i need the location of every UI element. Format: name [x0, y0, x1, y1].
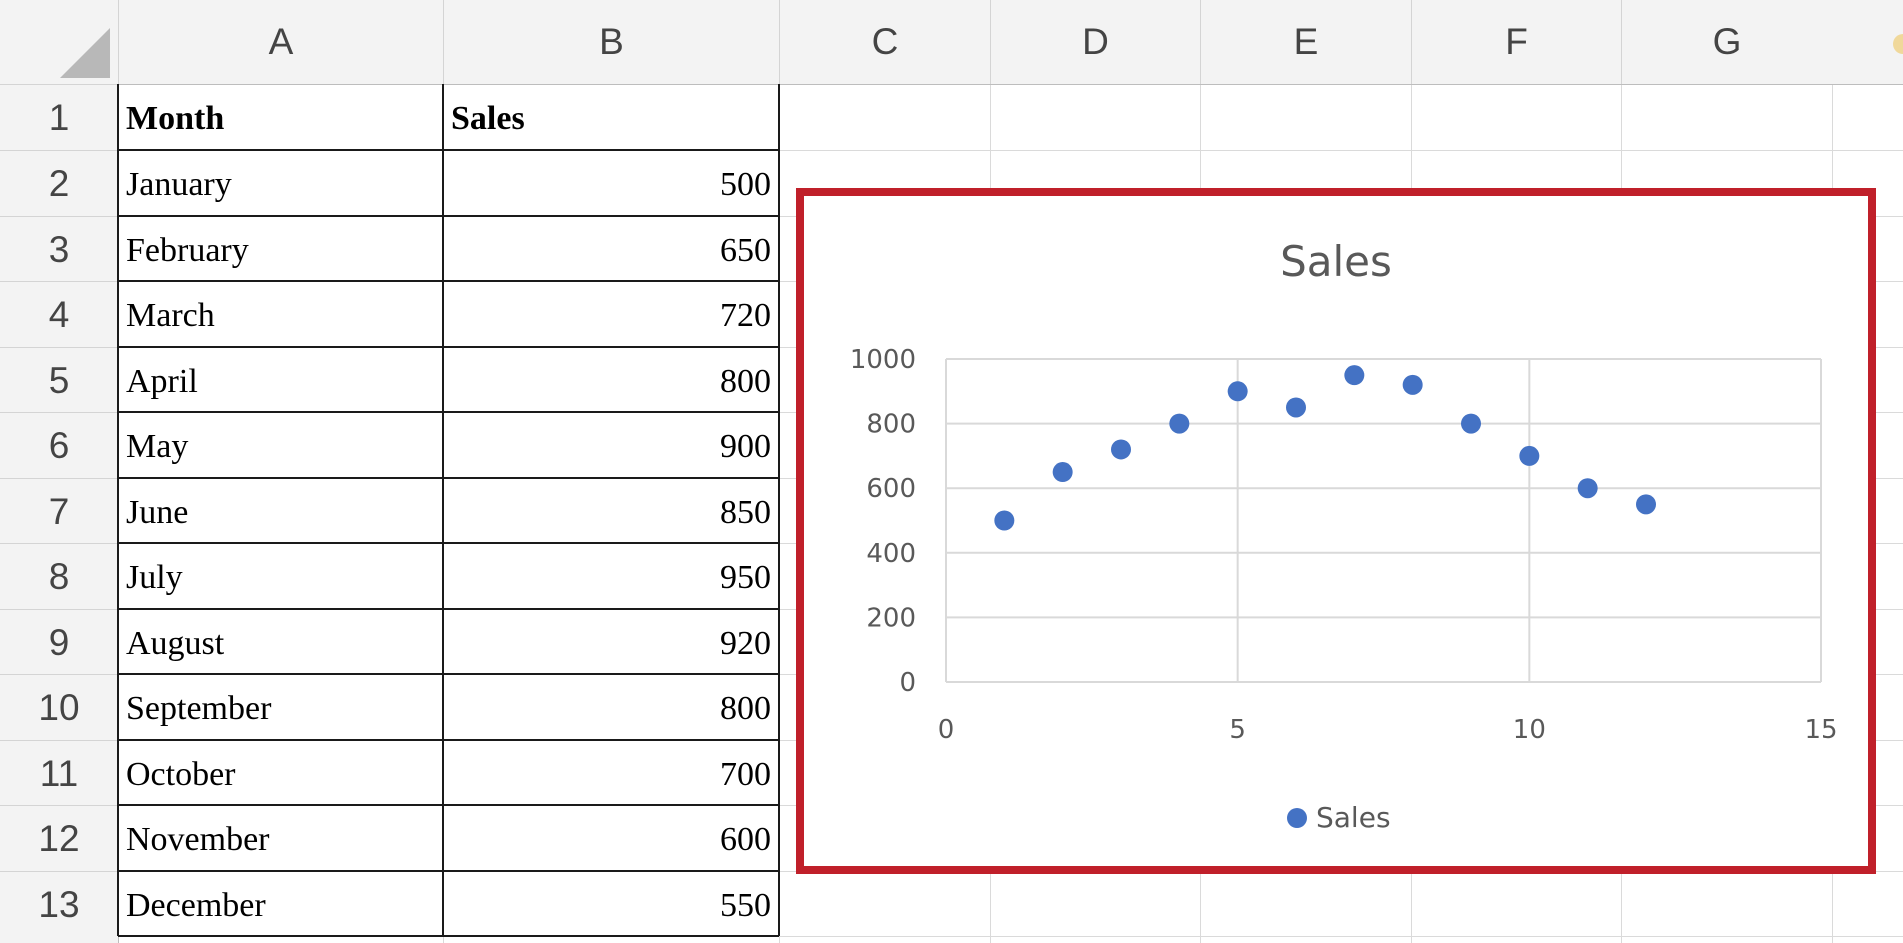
- row-header-8[interactable]: 8: [0, 543, 118, 609]
- row-header-7[interactable]: 7: [0, 478, 118, 543]
- table-border-horizontal: [118, 804, 779, 806]
- table-border-horizontal: [118, 215, 779, 217]
- row-header-3[interactable]: 3: [0, 216, 118, 281]
- cell-month[interactable]: December: [118, 871, 443, 936]
- table-border-horizontal: [118, 477, 779, 479]
- table-border-vertical: [117, 84, 119, 936]
- row-header-6[interactable]: 6: [0, 412, 118, 478]
- data-point: [1111, 439, 1131, 460]
- table-border-horizontal: [118, 346, 779, 348]
- cell-sales[interactable]: 720: [443, 281, 779, 347]
- table-border-horizontal: [118, 870, 779, 872]
- cell-month[interactable]: March: [118, 281, 443, 347]
- legend-label: Sales: [1316, 801, 1391, 834]
- column-header-c[interactable]: C: [779, 0, 990, 84]
- cell-sales[interactable]: 920: [443, 609, 779, 674]
- y-tick-label: 200: [866, 603, 916, 633]
- data-point: [1577, 478, 1598, 499]
- row-header-9[interactable]: 9: [0, 609, 118, 674]
- table-border-horizontal: [118, 673, 779, 675]
- row-header-12[interactable]: 12: [0, 805, 118, 871]
- cell-month[interactable]: September: [118, 674, 443, 740]
- data-point: [1227, 381, 1248, 402]
- cell-sales[interactable]: 600: [443, 805, 779, 871]
- data-point: [1286, 397, 1306, 418]
- cell-sales-header[interactable]: Sales: [443, 84, 779, 150]
- y-tick-label: 0: [899, 668, 916, 698]
- table-border-horizontal: [118, 935, 779, 937]
- column-header-b[interactable]: B: [443, 0, 779, 84]
- table-border-horizontal: [118, 411, 779, 413]
- data-point: [1052, 462, 1073, 483]
- y-tick-label: 600: [866, 474, 916, 504]
- cell-month[interactable]: January: [118, 150, 443, 216]
- y-tick-label: 1000: [850, 345, 916, 375]
- data-point: [1169, 413, 1190, 434]
- table-border-vertical: [442, 84, 444, 936]
- spreadsheet-view: ABCDEFG 1 2 3 4 5 6 7 8 9 10 11 12 13 Month Sales Janu…: [0, 0, 1903, 943]
- row-header-5[interactable]: 5: [0, 347, 118, 412]
- data-point: [1519, 445, 1540, 466]
- table-border-horizontal: [118, 280, 779, 282]
- cell-sales[interactable]: 650: [443, 216, 779, 281]
- cell-sales[interactable]: 900: [443, 412, 779, 478]
- cell-month[interactable]: October: [118, 740, 443, 805]
- chart-title: Sales: [1280, 237, 1392, 286]
- cell-sales[interactable]: 700: [443, 740, 779, 805]
- select-all-triangle-icon: [60, 28, 110, 78]
- data-point: [1636, 494, 1656, 515]
- x-tick-label: 0: [938, 715, 955, 745]
- table-border-horizontal: [118, 739, 779, 741]
- column-header-e[interactable]: E: [1200, 0, 1411, 84]
- row-header-11[interactable]: 11: [0, 740, 118, 805]
- data-point: [1344, 365, 1365, 386]
- table-border-horizontal: [118, 149, 779, 151]
- cell-month[interactable]: July: [118, 543, 443, 609]
- row-header-2[interactable]: 2: [0, 150, 118, 216]
- y-tick-label: 400: [866, 539, 916, 569]
- cell-month[interactable]: June: [118, 478, 443, 543]
- row-header-13[interactable]: 13: [0, 871, 118, 936]
- y-tick-label: 800: [866, 410, 916, 440]
- cell-sales[interactable]: 850: [443, 478, 779, 543]
- row-header-10[interactable]: 10: [0, 674, 118, 740]
- select-all-button[interactable]: [0, 0, 118, 84]
- cell-sales[interactable]: 800: [443, 347, 779, 412]
- table-border-vertical: [778, 84, 780, 936]
- column-header-a[interactable]: A: [118, 0, 443, 84]
- cell-month[interactable]: August: [118, 609, 443, 674]
- x-tick-label: 15: [1804, 715, 1837, 745]
- cell-sales[interactable]: 800: [443, 674, 779, 740]
- scatter-chart[interactable]: Sales 0 200 400 600 800 1000 0 5 10 15 Sales: [804, 196, 1868, 866]
- row-header-4[interactable]: 4: [0, 281, 118, 347]
- column-header-g[interactable]: G: [1621, 0, 1832, 84]
- cell-month[interactable]: April: [118, 347, 443, 412]
- cell-month-header[interactable]: Month: [118, 84, 443, 150]
- data-point: [1461, 413, 1481, 434]
- row-header-1[interactable]: 1: [0, 84, 118, 150]
- x-tick-label: 10: [1513, 715, 1546, 745]
- cell-month[interactable]: November: [118, 805, 443, 871]
- column-header-d[interactable]: D: [990, 0, 1200, 84]
- table-border-horizontal: [118, 608, 779, 610]
- chart-selection-frame[interactable]: Sales 0 200 400 600 800 1000 0 5 10 15 Sales: [796, 188, 1876, 874]
- data-point: [1402, 374, 1423, 395]
- column-header-f[interactable]: F: [1411, 0, 1621, 84]
- cell-sales[interactable]: 950: [443, 543, 779, 609]
- cell-sales[interactable]: 500: [443, 150, 779, 216]
- cell-month[interactable]: February: [118, 216, 443, 281]
- table-border-horizontal: [118, 542, 779, 544]
- x-tick-label: 5: [1229, 715, 1246, 745]
- data-point: [994, 510, 1015, 531]
- cell-sales[interactable]: 550: [443, 871, 779, 936]
- legend-marker: [1287, 808, 1307, 828]
- cell-month[interactable]: May: [118, 412, 443, 478]
